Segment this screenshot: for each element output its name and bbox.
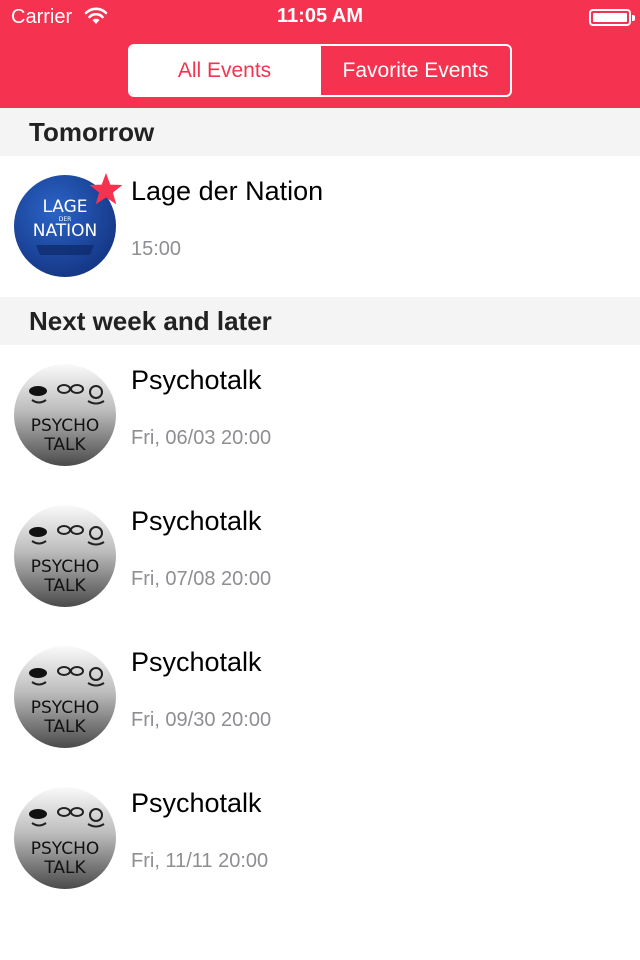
svg-text:PSYCHO: PSYCHO: [31, 839, 100, 859]
event-title: Psychotalk: [131, 506, 262, 536]
svg-text:LAGE: LAGE: [42, 197, 87, 217]
favorite-star-icon: [89, 173, 123, 205]
section-header-tomorrow: Tomorrow: [0, 108, 640, 156]
psychotalk-logo: PSYCHO TALK: [14, 646, 116, 748]
event-time: Fri, 11/11 20:00: [131, 850, 269, 872]
section-header-next-week: Next week and later: [0, 297, 640, 345]
svg-text:TALK: TALK: [43, 435, 86, 455]
all-events-tab[interactable]: All Events: [130, 46, 319, 95]
svg-text:TALK: TALK: [43, 858, 86, 878]
event-time: Fri, 09/30 20:00: [131, 709, 272, 731]
svg-text:NATION: NATION: [33, 221, 98, 241]
navigation-bar: Carrier 11:05 AM All Events Favorite Eve…: [0, 0, 640, 108]
battery-icon: [589, 9, 635, 26]
event-row[interactable]: PSYCHO TALK Psychotalk Fri, 07/08 20:00: [0, 486, 640, 627]
svg-text:TALK: TALK: [43, 576, 86, 596]
event-row[interactable]: PSYCHO TALK Psychotalk Fri, 09/30 20:00: [0, 627, 640, 768]
event-time: Fri, 06/03 20:00: [131, 427, 272, 449]
psychotalk-logo: PSYCHO TALK: [14, 505, 116, 607]
event-title: Psychotalk: [131, 647, 262, 677]
favorite-events-tab[interactable]: Favorite Events: [319, 46, 510, 95]
event-filter-segmented-control: All Events Favorite Events: [128, 44, 512, 97]
event-title: Lage der Nation: [131, 176, 324, 206]
svg-text:TALK: TALK: [43, 717, 86, 737]
status-time: 11:05 AM: [277, 5, 363, 27]
psychotalk-logo: PSYCHO TALK: [14, 787, 116, 889]
event-row[interactable]: PSYCHO TALK Psychotalk Fri, 06/03 20:00: [0, 345, 640, 486]
event-time: 15:00: [131, 238, 182, 260]
psychotalk-logo: PSYCHO TALK: [14, 364, 116, 466]
event-row[interactable]: PSYCHO TALK Psychotalk Fri, 11/11 20:00: [0, 768, 640, 909]
svg-text:PSYCHO: PSYCHO: [31, 416, 100, 436]
event-title: Psychotalk: [131, 788, 262, 818]
status-bar: Carrier 11:05 AM: [0, 0, 640, 34]
svg-text:PSYCHO: PSYCHO: [31, 557, 100, 577]
event-time: Fri, 07/08 20:00: [131, 568, 272, 590]
svg-text:PSYCHO: PSYCHO: [31, 698, 100, 718]
event-row[interactable]: LAGE DER NATION Lage der Nation 15:00: [0, 156, 640, 297]
event-title: Psychotalk: [131, 365, 262, 395]
